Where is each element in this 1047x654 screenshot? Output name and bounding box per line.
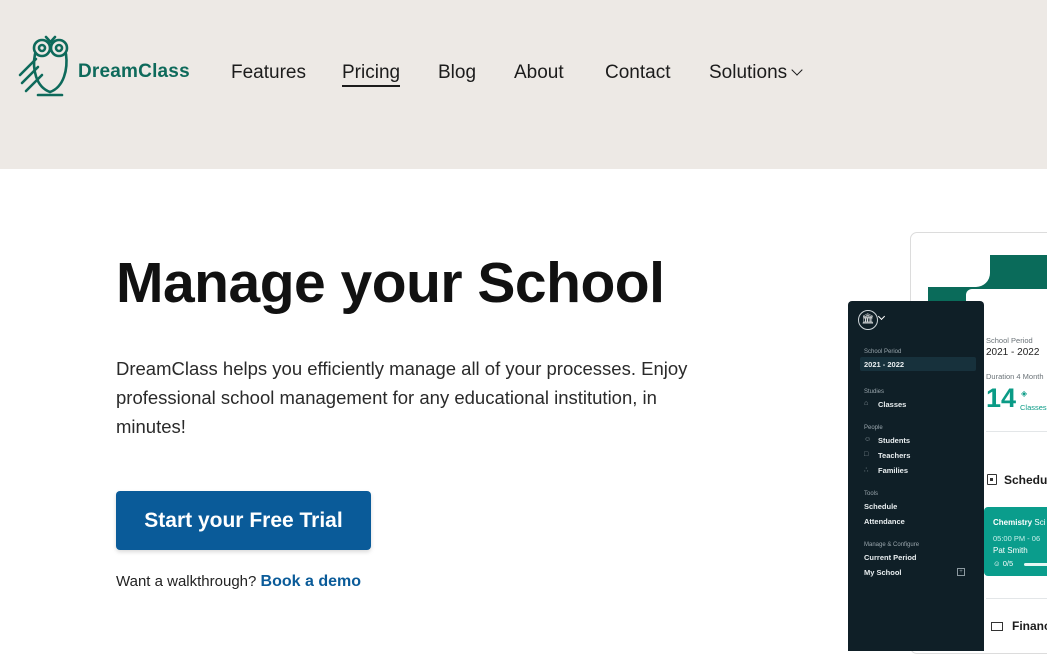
- nav-contact[interactable]: Contact: [605, 62, 670, 84]
- classes-count-label: Classes: [1020, 403, 1047, 412]
- sidebar-item-current-period[interactable]: Current Period: [864, 553, 917, 562]
- sidebar-item-attendance[interactable]: Attendance: [864, 517, 905, 526]
- sidebar-period-value[interactable]: 2021 - 2022: [864, 360, 904, 369]
- chevron-down-icon: [791, 64, 803, 76]
- sidebar-section-manage: Manage & Configure: [864, 542, 920, 548]
- schedule-heading: Schedule: [1004, 473, 1047, 487]
- class-card-title: Chemistry Sci: [993, 518, 1045, 527]
- class-card-time: 05:00 PM - 06: [993, 534, 1041, 543]
- preview-banner-cutout: [928, 255, 990, 287]
- sidebar-item-students[interactable]: Students: [878, 436, 910, 445]
- sidebar-item-teachers[interactable]: Teachers: [878, 451, 910, 460]
- start-free-trial-button[interactable]: Start your Free Trial: [116, 491, 371, 550]
- main-period-label: School Period: [986, 336, 1033, 345]
- sidebar-section-school-period: School Period: [864, 349, 902, 355]
- divider: [986, 598, 1047, 599]
- preview-sidebar: 🏛 School Period 2021 - 2022 Studies ⌂ Cl…: [848, 301, 984, 651]
- book-demo-link[interactable]: Book a demo: [261, 573, 361, 590]
- class-tag-icon: ◈: [1021, 389, 1028, 398]
- nav-blog[interactable]: Blog: [438, 62, 476, 84]
- class-card-chemistry[interactable]: Chemistry Sci 05:00 PM - 06 Pat Smith ☺ …: [984, 507, 1047, 576]
- teacher-icon: □: [864, 451, 869, 458]
- school-building-icon: 🏛: [858, 310, 878, 330]
- class-card-count: ☺ 0/5: [993, 559, 1014, 568]
- sidebar-item-classes[interactable]: Classes: [878, 400, 906, 409]
- classes-count: 14: [986, 383, 1017, 413]
- family-icon: ∴: [864, 467, 869, 474]
- finance-icon: [991, 622, 1003, 631]
- nav-pricing[interactable]: Pricing: [342, 62, 401, 87]
- dreamclass-logo[interactable]: DreamClass: [18, 33, 193, 103]
- main-period-value: 2021 - 2022: [986, 347, 1040, 358]
- sidebar-section-people: People: [864, 425, 883, 431]
- class-card-teacher: Pat Smith: [993, 546, 1028, 555]
- site-header: DreamClass Features Pricing Blog About C…: [0, 0, 1047, 169]
- owl-logo-icon: [18, 35, 69, 97]
- sidebar-item-families[interactable]: Families: [878, 466, 908, 475]
- class-card-progress-bar: [1024, 563, 1047, 566]
- walkthrough-line: Want a walkthrough? Book a demo: [116, 573, 361, 591]
- graduation-cap-icon: ⌂: [864, 400, 869, 407]
- nav-solutions[interactable]: Solutions: [709, 62, 803, 84]
- person-icon: ☺: [864, 436, 872, 443]
- hero-title: Manage your School: [116, 251, 665, 315]
- nav-about[interactable]: About: [514, 62, 564, 84]
- expand-plus-icon[interactable]: +: [957, 568, 965, 576]
- finance-heading: Financ: [1012, 619, 1047, 633]
- walkthrough-text: Want a walkthrough?: [116, 573, 261, 590]
- sidebar-section-studies: Studies: [864, 389, 885, 395]
- class-card-subject: Chemistry: [993, 518, 1033, 527]
- nav-solutions-label: Solutions: [709, 62, 788, 83]
- sidebar-item-schedule[interactable]: Schedule: [864, 502, 897, 511]
- duration-label: Duration 4 Month: [986, 372, 1044, 381]
- brand-name: DreamClass: [78, 61, 190, 82]
- sidebar-item-my-school[interactable]: My School: [864, 568, 902, 577]
- hero-description: DreamClass helps you efficiently manage …: [116, 358, 688, 437]
- chevron-down-icon: [877, 312, 886, 321]
- calendar-icon: [987, 474, 997, 485]
- divider: [986, 431, 1047, 432]
- sidebar-section-tools: Tools: [864, 491, 879, 497]
- nav-features[interactable]: Features: [231, 62, 306, 84]
- class-card-count-value: 0/5: [1002, 559, 1014, 568]
- class-card-subject-extra: Sci: [1034, 518, 1046, 527]
